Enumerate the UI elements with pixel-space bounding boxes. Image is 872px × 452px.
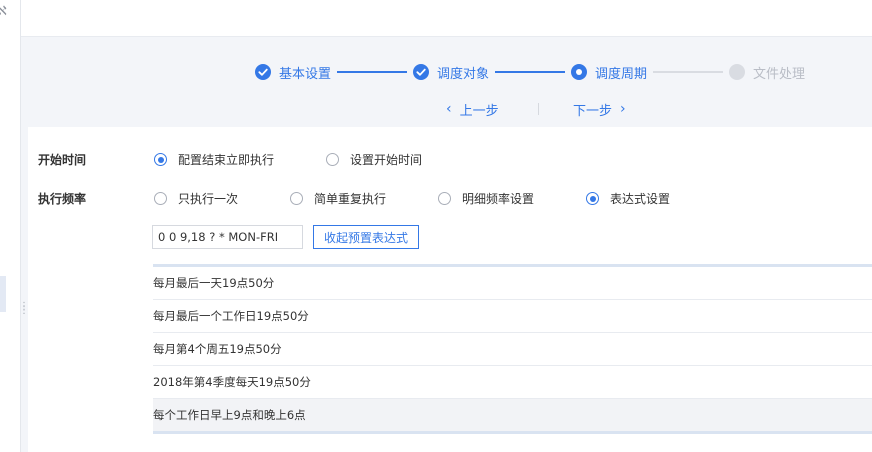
nav-divider (538, 103, 539, 115)
step-connector (495, 71, 566, 73)
radio-label: 明细频率设置 (462, 192, 535, 206)
radio-start-immediately[interactable]: 配置结束立即执行 (154, 151, 274, 168)
preset-expression-list: 每月最后一天19点50分 每月最后一个工作日19点50分 每月第4个周五19点5… (153, 264, 872, 434)
radio-set-start-time[interactable]: 设置开始时间 (326, 151, 422, 168)
prev-step-label: 上一步 (459, 103, 499, 119)
pending-step-icon (729, 64, 746, 80)
preset-item[interactable]: 每个工作日早上9点和晚上6点 (153, 399, 872, 431)
step-label: 调度对象 (437, 66, 490, 82)
preset-item[interactable]: 每月最后一天19点50分 (153, 267, 872, 300)
radio-unchecked-icon[interactable] (154, 192, 167, 205)
preset-item[interactable]: 每月最后一个工作日19点50分 (153, 300, 872, 333)
radio-run-once[interactable]: 只执行一次 (154, 190, 238, 207)
radio-expression[interactable]: 表达式设置 (586, 190, 670, 207)
left-sidebar: ℵ (0, 0, 21, 452)
step-progress: 基本设置 调度对象 调度周期 文件处理 (255, 62, 805, 82)
start-time-label: 开始时间 (38, 153, 87, 167)
radio-label: 配置结束立即执行 (178, 153, 275, 167)
radio-unchecked-icon[interactable] (290, 192, 303, 205)
radio-unchecked-icon[interactable] (438, 192, 451, 205)
chevron-right-icon: › (620, 101, 626, 117)
drag-handle-icon[interactable]: ⋮ ⋮ (19, 302, 29, 316)
step-basic-settings: 基本设置 (255, 63, 331, 82)
radio-unchecked-icon[interactable] (326, 153, 339, 166)
step-schedule-target: 调度对象 (413, 63, 489, 82)
radio-detailed-frequency[interactable]: 明细频率设置 (438, 190, 534, 207)
sidebar-active-item[interactable] (0, 276, 6, 312)
step-file-processing: 文件处理 (729, 63, 805, 82)
check-circle-icon (255, 64, 271, 80)
collapse-icon[interactable]: ℵ (0, 4, 7, 19)
radio-label: 表达式设置 (610, 192, 671, 206)
step-label: 基本设置 (279, 66, 332, 82)
step-label: 文件处理 (753, 66, 806, 82)
step-label: 调度周期 (595, 66, 648, 82)
radio-checked-icon[interactable] (586, 192, 599, 205)
frequency-label: 执行频率 (38, 192, 87, 206)
radio-simple-repeat[interactable]: 简单重复执行 (290, 190, 386, 207)
top-bar (21, 0, 872, 37)
radio-label: 设置开始时间 (350, 153, 423, 167)
cron-expression-input[interactable] (152, 225, 303, 249)
schedule-form: 开始时间 配置结束立即执行 设置开始时间 执行频率 只执行一次 简单重复执行 明… (28, 127, 872, 452)
step-connector (653, 71, 724, 73)
next-step-label: 下一步 (573, 103, 613, 119)
radio-label: 只执行一次 (178, 192, 239, 206)
preset-item[interactable]: 2018年第4季度每天19点50分 (153, 366, 872, 399)
current-step-icon (571, 64, 588, 80)
radio-label: 简单重复执行 (314, 192, 387, 206)
preset-item[interactable]: 每月第4个周五19点50分 (153, 333, 872, 366)
collapse-presets-button[interactable]: 收起预置表达式 (313, 225, 419, 249)
prev-step-button[interactable]: ‹ 上一步 (446, 100, 499, 119)
radio-checked-icon[interactable] (154, 153, 167, 166)
check-circle-icon (413, 64, 430, 80)
next-step-button[interactable]: 下一步 › (573, 100, 626, 119)
step-connector (337, 71, 408, 73)
chevron-left-icon: ‹ (446, 101, 452, 117)
step-schedule-period: 调度周期 (571, 63, 647, 82)
